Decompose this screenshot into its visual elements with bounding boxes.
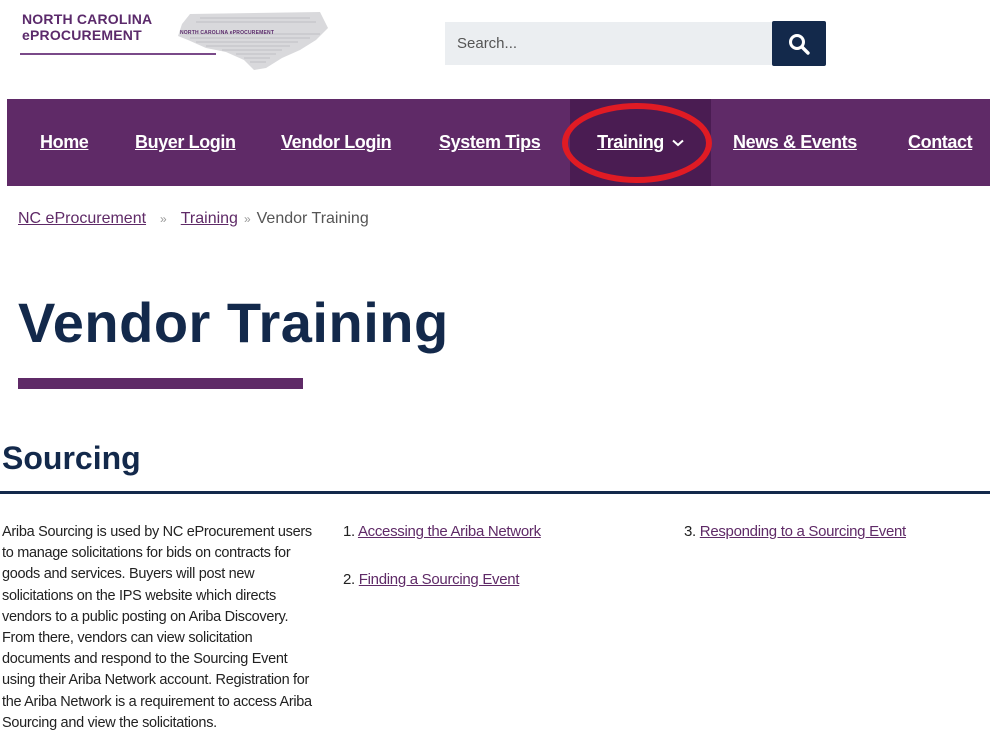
site-logo[interactable]: NORTH CAROLINA ePROCUREMENT NORTH CAROLI… <box>20 10 330 75</box>
logo-text-line2: ePROCUREMENT <box>22 27 142 43</box>
nav-item-contact[interactable]: Contact <box>908 99 973 186</box>
training-list-item: 1. Accessing the Ariba Network <box>343 523 541 540</box>
logo-tagline: NORTH CAROLINA ePROCUREMENT <box>180 30 275 36</box>
list-number: 2. <box>343 571 359 588</box>
nc-map-wordcloud-icon <box>178 12 328 70</box>
section-description: Ariba Sourcing is used by NC eProcuremen… <box>2 524 312 731</box>
title-accent-bar <box>18 378 303 389</box>
list-number: 1. <box>343 523 358 540</box>
training-list-item: 3. Responding to a Sourcing Event <box>684 523 906 540</box>
nav-item-system-tips[interactable]: System Tips <box>439 99 541 186</box>
search-input[interactable] <box>445 22 772 65</box>
link-finding-sourcing-event[interactable]: Finding a Sourcing Event <box>359 571 520 588</box>
nav-item-training-label: Training <box>597 132 664 152</box>
search-icon <box>789 33 810 55</box>
nav-item-training[interactable]: Training <box>570 99 711 186</box>
section-divider <box>0 491 990 494</box>
chevron-down-icon <box>672 139 684 147</box>
nav-item-news-events[interactable]: News & Events <box>733 99 857 186</box>
nav-item-home[interactable]: Home <box>40 99 89 186</box>
breadcrumb-separator: » <box>160 212 167 226</box>
page-title: Vendor Training <box>18 291 449 354</box>
breadcrumb-link-training[interactable]: Training <box>181 210 238 228</box>
breadcrumb-current: Vendor Training <box>256 210 369 227</box>
list-number: 3. <box>684 523 700 540</box>
nav-item-buyer-login[interactable]: Buyer Login <box>135 99 236 186</box>
main-nav: Home Buyer Login Vendor Login System Tip… <box>7 99 990 186</box>
breadcrumb: NC eProcurement » Training » Vendor Trai… <box>18 210 369 228</box>
section-title: Sourcing <box>2 440 141 476</box>
nav-item-vendor-login[interactable]: Vendor Login <box>281 99 392 186</box>
breadcrumb-link-home[interactable]: NC eProcurement <box>18 210 146 228</box>
breadcrumb-separator: » <box>243 212 251 226</box>
link-responding-sourcing-event[interactable]: Responding to a Sourcing Event <box>700 523 906 540</box>
search-button[interactable] <box>772 21 826 66</box>
logo-text-line1: NORTH CAROLINA <box>22 11 153 27</box>
link-accessing-ariba-network[interactable]: Accessing the Ariba Network <box>358 523 541 540</box>
training-list-item: 2. Finding a Sourcing Event <box>343 571 519 588</box>
